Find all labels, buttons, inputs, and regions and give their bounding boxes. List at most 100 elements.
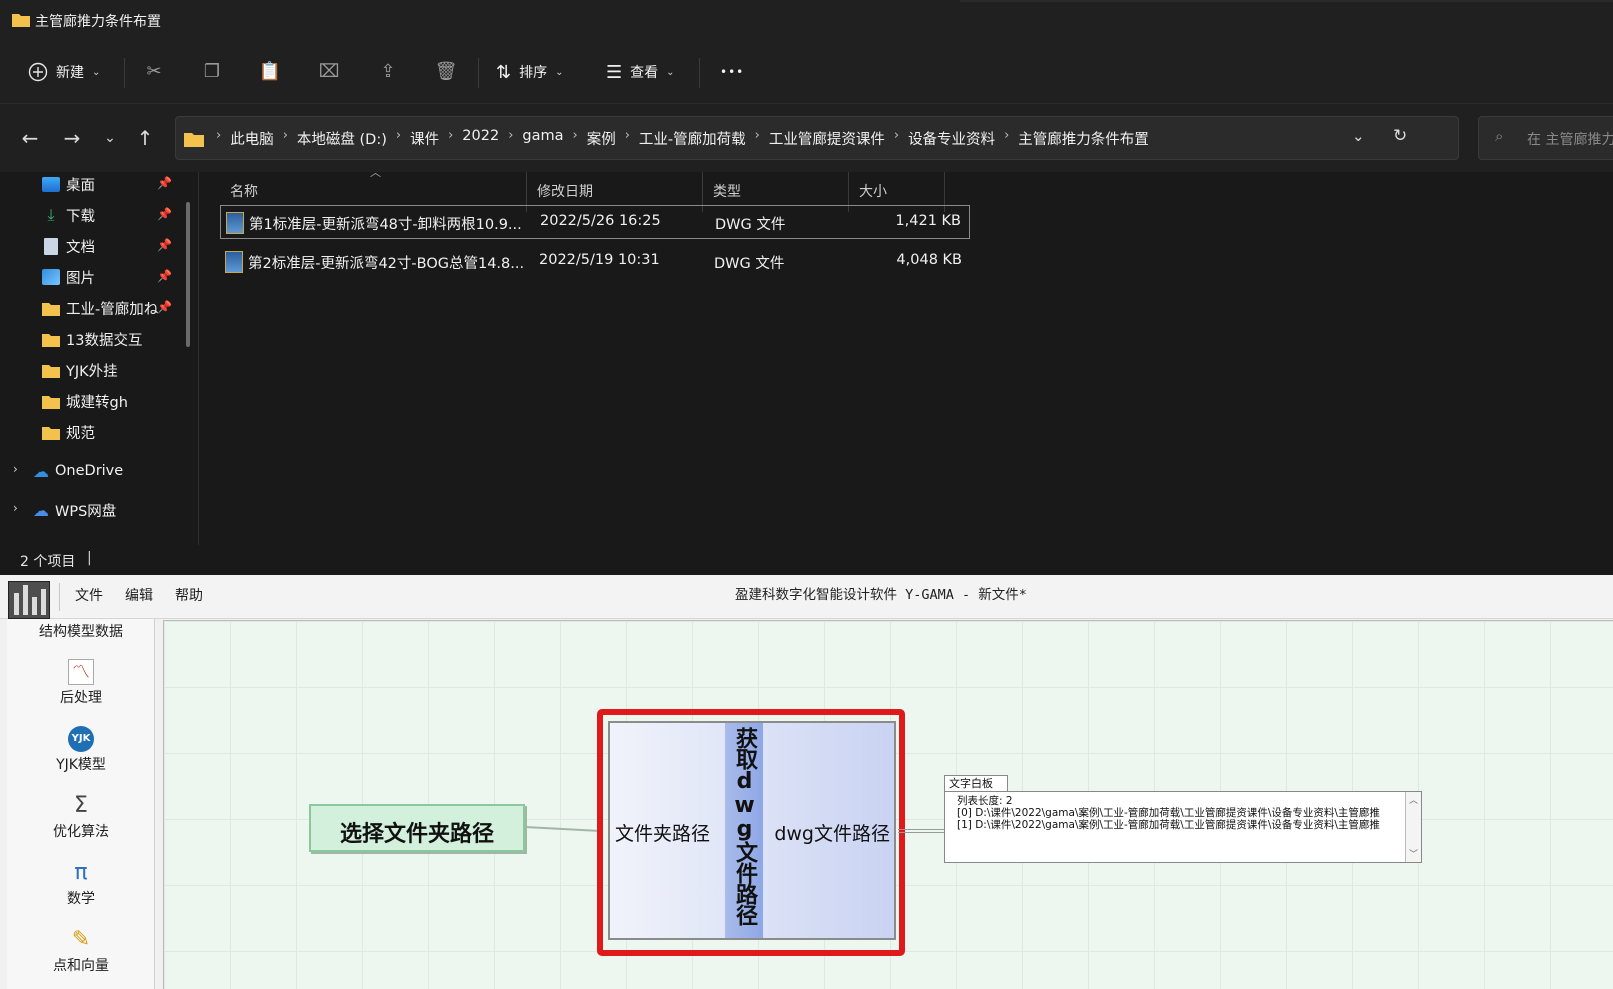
- pin-icon[interactable]: 📌: [157, 176, 172, 190]
- table-row[interactable]: 第2标准层-更新派弯42寸-BOG总管14.8... 2022/5/19 10:…: [220, 245, 970, 279]
- highlight-box: [597, 709, 905, 956]
- breadcrumb-item[interactable]: 2022: [462, 128, 499, 149]
- folder-icon: [42, 302, 60, 316]
- sidebar-item-folder[interactable]: 规范: [42, 418, 95, 446]
- connection-wire: [524, 826, 603, 833]
- sidebar-item-onedrive[interactable]: ☁ OneDrive: [33, 457, 123, 485]
- breadcrumb-item[interactable]: gama: [522, 128, 563, 149]
- sidebar-item-wps[interactable]: ☁ WPS网盘: [33, 496, 116, 524]
- breadcrumb-item[interactable]: 工业管廊提资课件: [769, 128, 885, 149]
- scroll-down-icon[interactable]: ﹀: [1409, 847, 1418, 860]
- file-size: 1,421 KB: [895, 213, 961, 229]
- breadcrumb-separator-icon[interactable]: ›: [1004, 128, 1009, 149]
- sidebar-item-folder[interactable]: YJK外挂: [42, 356, 118, 384]
- pane-divider[interactable]: [198, 172, 199, 545]
- ygama-window: 文件 编辑 帮助 盈建科数字化智能设计软件 Y-GAMA - 新文件* 结构模型…: [0, 575, 1613, 989]
- view-label: 查看: [630, 65, 659, 81]
- sidebar-item-folder[interactable]: 城建转gh: [42, 387, 128, 415]
- cloud-icon: ☁: [33, 461, 49, 481]
- share-icon[interactable]: ⇪: [376, 60, 400, 84]
- forward-arrow-icon[interactable]: →: [58, 124, 86, 152]
- expand-chevron-icon[interactable]: ›: [13, 501, 18, 515]
- panel-item-math[interactable]: π 数学: [7, 860, 155, 908]
- sidebar-scrollbar[interactable]: [186, 202, 190, 347]
- folder-icon: [184, 133, 204, 147]
- source-node-label: 选择文件夹路径: [339, 822, 494, 847]
- sidebar-item-label: 下载: [66, 208, 95, 225]
- sidebar-item-desktop[interactable]: 桌面: [42, 170, 95, 198]
- delete-icon[interactable]: 🗑: [434, 60, 458, 84]
- breadcrumb-separator-icon[interactable]: ›: [894, 128, 899, 149]
- more-options-button[interactable]: •••: [720, 56, 744, 88]
- panel-item-label: 数学: [67, 891, 95, 907]
- breadcrumb-separator-icon[interactable]: ›: [573, 128, 578, 149]
- source-node[interactable]: 选择文件夹路径: [309, 804, 525, 852]
- sidebar-item-label: YJK外挂: [66, 363, 118, 380]
- cloud-icon: ☁: [33, 500, 49, 520]
- breadcrumb: › 此电脑 › 本地磁盘 (D:) › 课件 › 2022 › gama › 案例 › 工业-管廊加荷载 ›…: [216, 128, 1149, 149]
- breadcrumb-separator-icon[interactable]: ›: [755, 128, 760, 149]
- pin-icon[interactable]: 📌: [157, 300, 172, 314]
- panel-item-optimize[interactable]: Σ 优化算法: [7, 793, 155, 841]
- breadcrumb-separator-icon[interactable]: ›: [216, 128, 221, 149]
- app-logo[interactable]: [8, 581, 50, 619]
- paste-icon[interactable]: 📋: [258, 60, 282, 84]
- table-row[interactable]: 第1标准层-更新派弯48寸-卸料两根10.9... 2022/5/26 16:2…: [220, 205, 970, 239]
- copy-icon[interactable]: ❐: [200, 60, 224, 84]
- file-size: 4,048 KB: [896, 252, 962, 268]
- node-canvas[interactable]: 选择文件夹路径 获取dwg文件路径 文件夹路径 dwg文件路径 文字白板 列表长…: [163, 620, 1613, 989]
- rename-icon[interactable]: ⌧: [317, 60, 341, 84]
- window-title: 主管廊推力条件布置: [35, 14, 161, 30]
- breadcrumb-item[interactable]: 此电脑: [230, 128, 274, 149]
- menu-file[interactable]: 文件: [75, 585, 103, 605]
- recent-locations-chevron-icon[interactable]: ⌄: [96, 124, 124, 152]
- pin-icon[interactable]: 📌: [157, 238, 172, 252]
- file-modified: 2022/5/19 10:31: [539, 252, 660, 268]
- panel-item-point-vector[interactable]: ✎ 点和向量: [7, 927, 155, 975]
- text-panel-scrollbar[interactable]: ︿ ﹀: [1405, 792, 1421, 862]
- expand-chevron-icon[interactable]: ›: [13, 462, 18, 476]
- breadcrumb-separator-icon[interactable]: ›: [448, 128, 453, 149]
- breadcrumb-item[interactable]: 主管廊推力条件布置: [1018, 128, 1149, 149]
- sidebar-item-documents[interactable]: 文档: [42, 232, 95, 260]
- text-panel[interactable]: 列表长度: 2 [0] D:\课件\2022\gama\案例\工业-管廊加荷载\…: [944, 791, 1422, 863]
- breadcrumb-separator-icon[interactable]: ›: [508, 128, 513, 149]
- desktop-icon: [42, 176, 60, 192]
- breadcrumb-item[interactable]: 案例: [587, 128, 616, 149]
- panel-item-postprocess[interactable]: 〽 后处理: [7, 659, 155, 707]
- sidebar-item-pictures[interactable]: 图片: [42, 263, 95, 291]
- breadcrumb-separator-icon[interactable]: ›: [396, 128, 401, 149]
- menu-edit[interactable]: 编辑: [125, 585, 153, 605]
- pin-icon[interactable]: 📌: [157, 269, 172, 283]
- search-input[interactable]: ⌕ 在 主管廊推力: [1478, 116, 1613, 160]
- sort-button[interactable]: ⇅ 排序 ⌄: [496, 56, 563, 88]
- sidebar-item-folder[interactable]: 13数据交互: [42, 325, 142, 353]
- refresh-icon[interactable]: ↻: [1393, 126, 1407, 146]
- view-icon: ☰: [606, 61, 623, 83]
- search-placeholder: 在 主管廊推力: [1527, 132, 1613, 148]
- new-button[interactable]: 新建 ⌄: [28, 56, 100, 88]
- breadcrumb-item[interactable]: 本地磁盘 (D:): [297, 128, 387, 149]
- address-dropdown-chevron-icon[interactable]: ⌄: [1352, 127, 1365, 145]
- panel-header: 结构模型数据: [39, 624, 123, 640]
- folder-icon: [42, 426, 60, 440]
- menu-help[interactable]: 帮助: [175, 585, 203, 605]
- address-bar[interactable]: › 此电脑 › 本地磁盘 (D:) › 课件 › 2022 › gama › 案例 › 工业-管廊加荷载 ›…: [175, 116, 1459, 160]
- panel-item-yjk-model[interactable]: YJK YJK模型: [7, 726, 155, 774]
- breadcrumb-item[interactable]: 课件: [410, 128, 439, 149]
- back-arrow-icon[interactable]: ←: [16, 124, 44, 152]
- breadcrumb-item[interactable]: 工业-管廊加荷载: [639, 128, 746, 149]
- file-name: 第2标准层-更新派弯42寸-BOG总管14.8...: [248, 256, 525, 272]
- cut-icon[interactable]: ✂: [142, 60, 166, 84]
- up-arrow-icon[interactable]: ↑: [131, 124, 159, 152]
- breadcrumb-separator-icon[interactable]: ›: [283, 128, 288, 149]
- breadcrumb-item[interactable]: 设备专业资料: [908, 128, 995, 149]
- navigation-pane: 桌面 📌 ⤓ 下载 📌 文档 📌 图片 📌 工业-管廊加ね 📌 13数据交互 Y…: [0, 172, 198, 545]
- breadcrumb-separator-icon[interactable]: ›: [625, 128, 630, 149]
- view-button[interactable]: ☰ 查看 ⌄: [606, 56, 675, 88]
- sidebar-item-downloads[interactable]: ⤓ 下载: [42, 201, 95, 229]
- scroll-up-icon[interactable]: ︿: [1409, 793, 1418, 806]
- sidebar-item-pinned-folder[interactable]: 工业-管廊加ね: [42, 294, 158, 322]
- pin-icon[interactable]: 📌: [157, 207, 172, 221]
- sidebar-item-label: WPS网盘: [55, 503, 117, 520]
